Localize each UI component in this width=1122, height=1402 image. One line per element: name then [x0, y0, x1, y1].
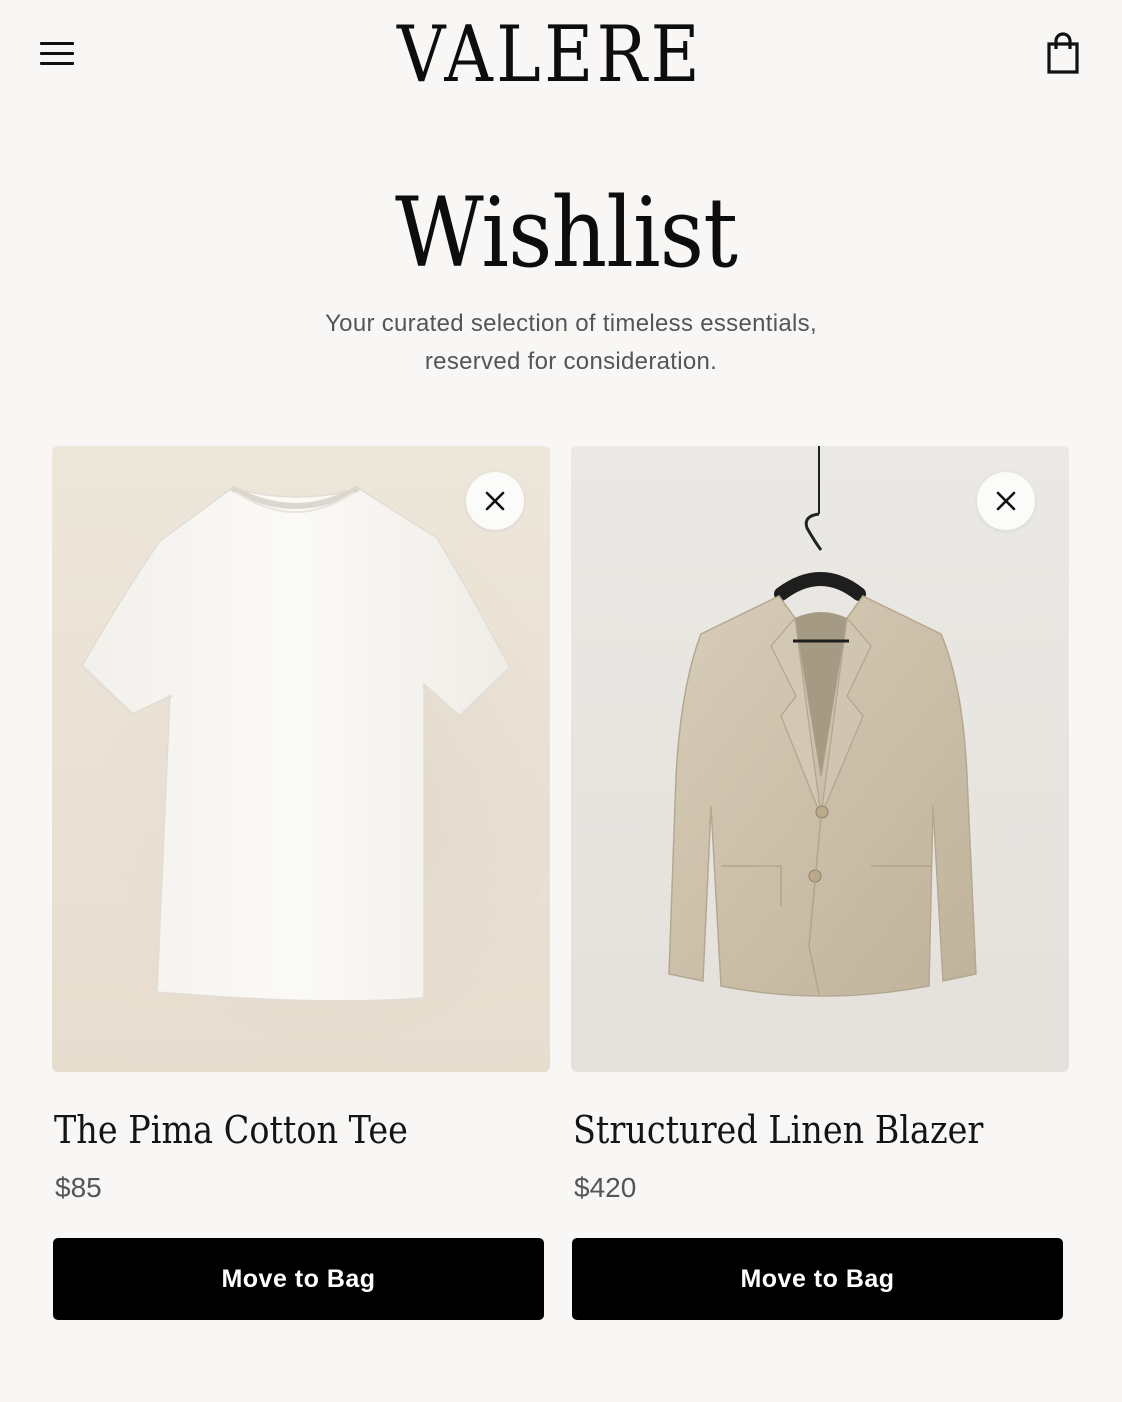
move-to-bag-button[interactable]: Move to Bag: [572, 1238, 1063, 1320]
wishlist-item: The Pima Cotton Tee $85 Move to Bag: [52, 446, 550, 1320]
header: VALERE: [0, 0, 1122, 110]
product-image-tshirt[interactable]: [52, 446, 550, 1072]
product-price: $420: [574, 1172, 637, 1203]
page-subtitle: Your curated selection of timeless essen…: [256, 305, 886, 381]
product-name[interactable]: The Pima Cotton Tee: [54, 1106, 476, 1154]
remove-item-button[interactable]: [977, 472, 1035, 530]
page-title: Wishlist: [394, 177, 738, 289]
white-tshirt-image: [80, 485, 550, 1046]
remove-item-button[interactable]: [466, 472, 524, 530]
brand-logo[interactable]: VALERE: [77, 10, 1023, 100]
subtitle-line-2: reserved for consideration.: [424, 348, 718, 375]
wishlist-page: VALERE Wishlist Your curated selection o…: [0, 0, 1122, 1402]
product-name[interactable]: Structured Linen Blazer: [573, 1106, 995, 1154]
product-image-blazer[interactable]: [571, 446, 1069, 1072]
linen-blazer-on-hanger-image: [668, 446, 977, 997]
subtitle-line-1: Your curated selection of timeless essen…: [325, 310, 817, 337]
move-to-bag-button[interactable]: Move to Bag: [53, 1238, 544, 1320]
shopping-bag-icon[interactable]: [1040, 30, 1086, 76]
close-icon: [485, 491, 505, 511]
wishlist-item: Structured Linen Blazer $420 Move to Bag: [571, 446, 1069, 1320]
hamburger-menu-icon[interactable]: [38, 38, 78, 70]
product-price: $85: [55, 1172, 102, 1203]
close-icon: [996, 491, 1016, 511]
